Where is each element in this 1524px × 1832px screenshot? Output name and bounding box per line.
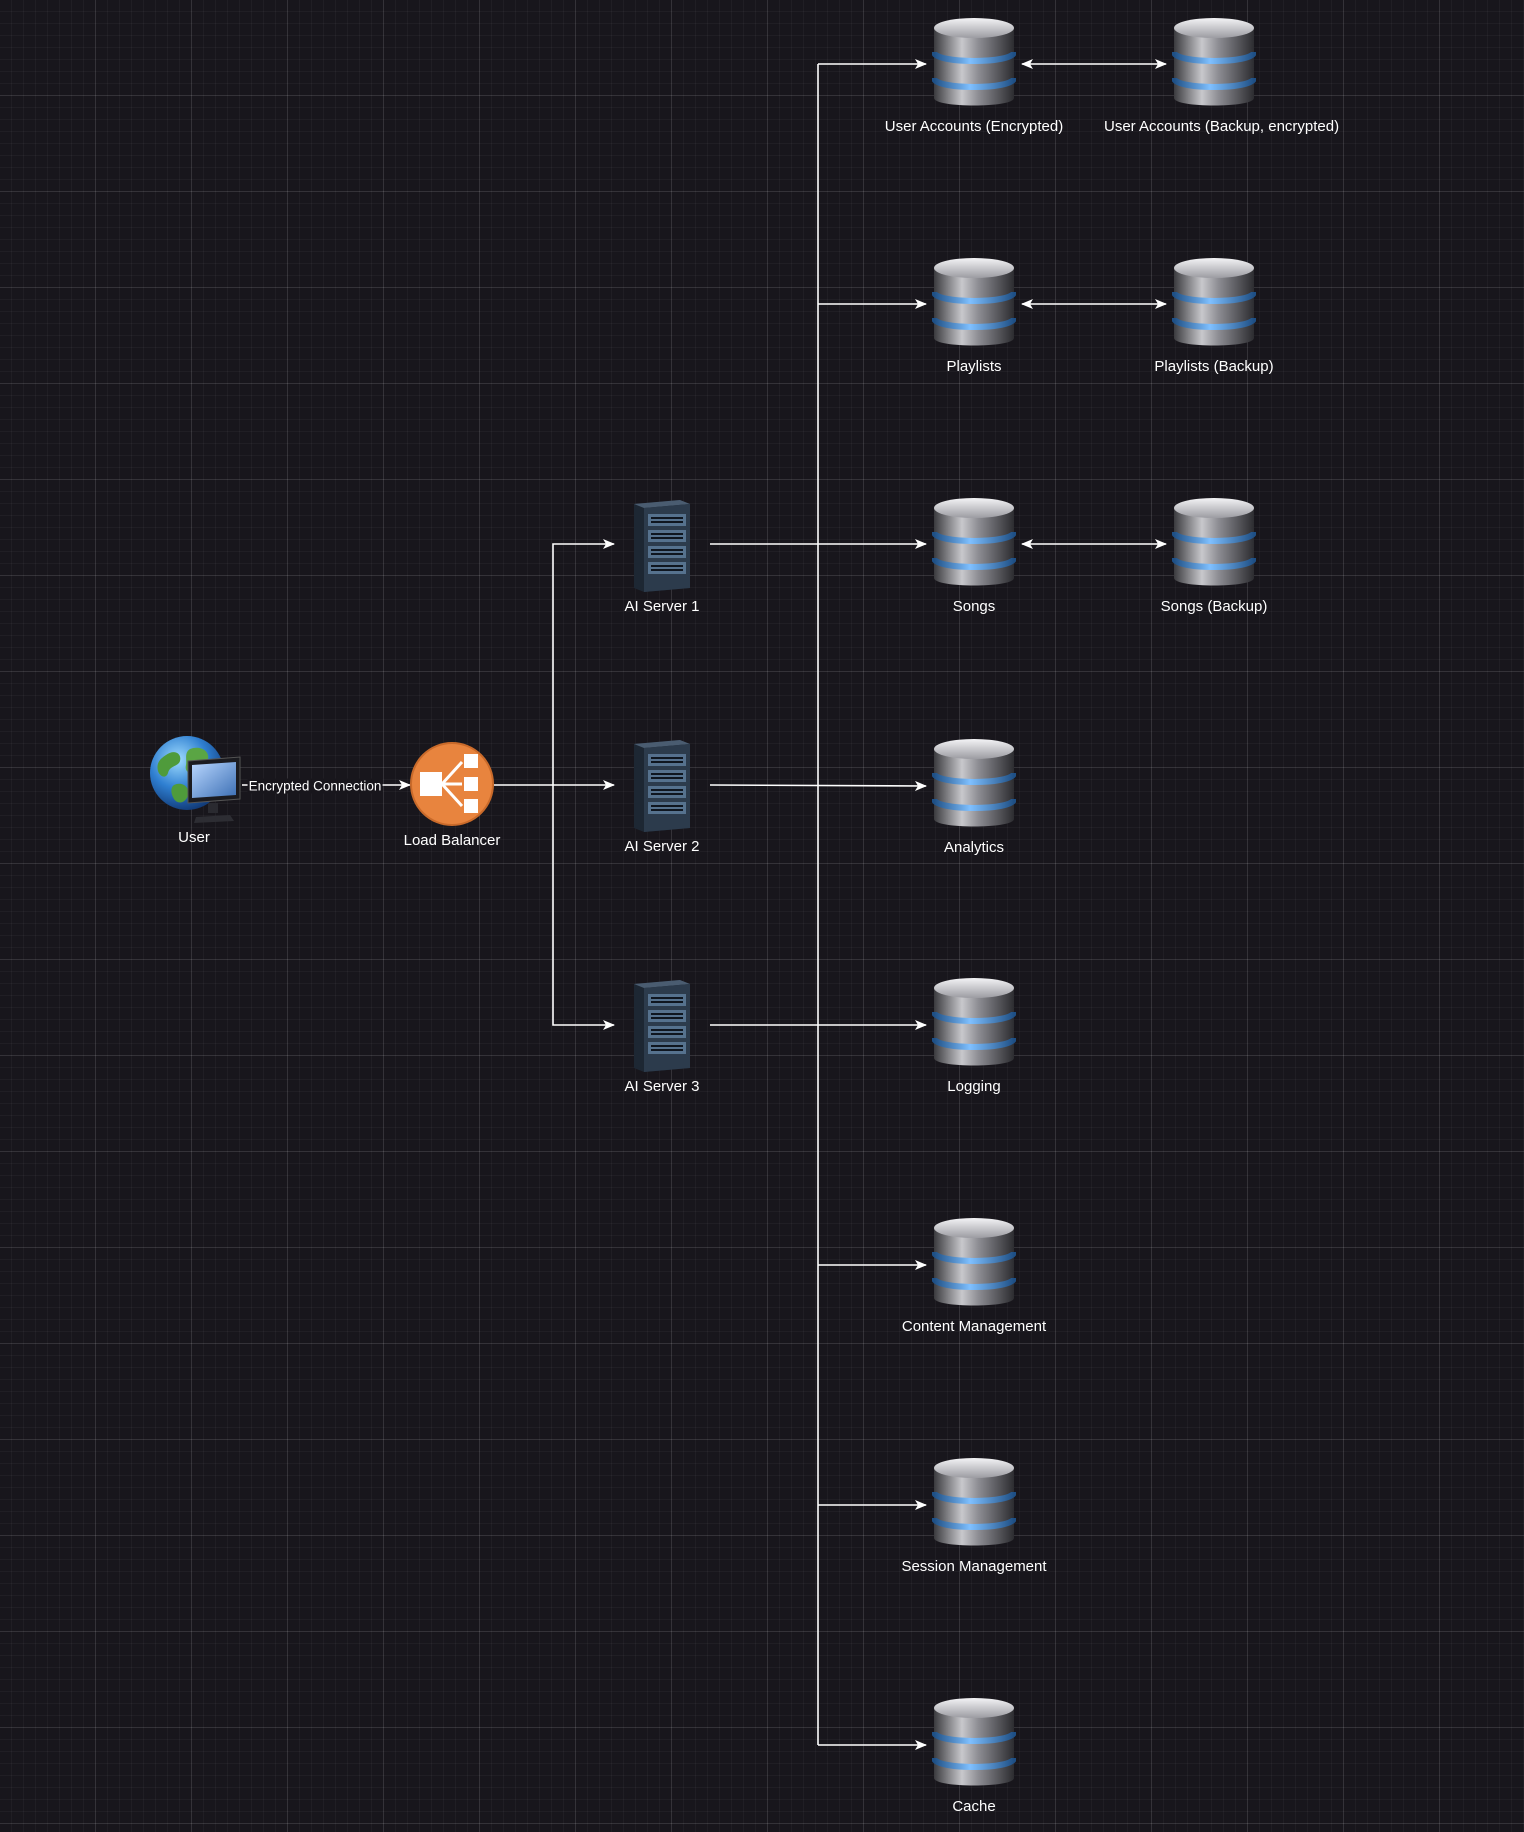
node-db-cache-label: Cache <box>952 1798 996 1815</box>
node-ai-server-1-label: AI Server 1 <box>624 598 700 615</box>
database-icon <box>932 1698 1016 1786</box>
server-rack-icon <box>634 500 690 592</box>
user-globe-monitor-icon <box>150 736 241 823</box>
database-icon <box>1172 258 1256 346</box>
node-db-logging[interactable]: Logging <box>864 976 1084 1096</box>
node-db-songs-label: Songs <box>952 598 996 615</box>
node-db-user-accounts-label: User Accounts (Encrypted) <box>884 118 1064 135</box>
node-ai-server-3[interactable]: AI Server 3 <box>552 976 772 1096</box>
node-db-session-management-label: Session Management <box>901 1558 1047 1575</box>
node-db-user-accounts[interactable]: User Accounts (Encrypted) <box>864 16 1084 136</box>
server-rack-icon <box>634 740 690 832</box>
database-icon <box>1172 498 1256 586</box>
node-db-session-management[interactable]: Session Management <box>864 1456 1084 1576</box>
database-icon <box>932 258 1016 346</box>
node-db-user-accounts-backup-label: User Accounts (Backup, encrypted) <box>1104 118 1340 135</box>
node-db-logging-label: Logging <box>947 1078 1001 1095</box>
node-ai-server-3-label: AI Server 3 <box>624 1078 700 1095</box>
node-db-playlists-backup[interactable]: Playlists (Backup) <box>1104 256 1324 376</box>
database-icon <box>932 18 1016 106</box>
node-db-playlists-label: Playlists <box>946 358 1002 375</box>
database-icon <box>932 498 1016 586</box>
node-user-label: User <box>178 829 210 846</box>
node-db-songs[interactable]: Songs <box>864 496 1084 616</box>
database-icon <box>1172 18 1256 106</box>
database-icon <box>932 1218 1016 1306</box>
database-icon <box>932 739 1016 827</box>
node-db-songs-backup-label: Songs (Backup) <box>1160 598 1268 615</box>
node-user[interactable]: User <box>84 733 304 847</box>
node-db-content-management[interactable]: Content Management <box>864 1216 1084 1336</box>
database-icon <box>932 1458 1016 1546</box>
node-load-balancer[interactable]: Load Balancer <box>342 742 562 850</box>
node-ai-server-2[interactable]: AI Server 2 <box>552 736 772 856</box>
node-db-playlists[interactable]: Playlists <box>864 256 1084 376</box>
node-db-songs-backup[interactable]: Songs (Backup) <box>1104 496 1324 616</box>
node-db-cache[interactable]: Cache <box>864 1696 1084 1816</box>
node-ai-server-2-label: AI Server 2 <box>624 838 700 855</box>
server-rack-icon <box>634 980 690 1072</box>
node-db-analytics[interactable]: Analytics <box>864 737 1084 857</box>
database-icon <box>932 978 1016 1066</box>
node-db-analytics-label: Analytics <box>943 839 1005 856</box>
node-ai-server-1[interactable]: AI Server 1 <box>552 496 772 616</box>
load-balancer-icon <box>410 742 494 826</box>
node-load-balancer-label: Load Balancer <box>403 832 501 849</box>
node-db-user-accounts-backup[interactable]: User Accounts (Backup, encrypted) <box>1104 16 1340 136</box>
node-db-content-management-label: Content Management <box>901 1318 1047 1335</box>
node-db-playlists-backup-label: Playlists (Backup) <box>1154 358 1274 375</box>
